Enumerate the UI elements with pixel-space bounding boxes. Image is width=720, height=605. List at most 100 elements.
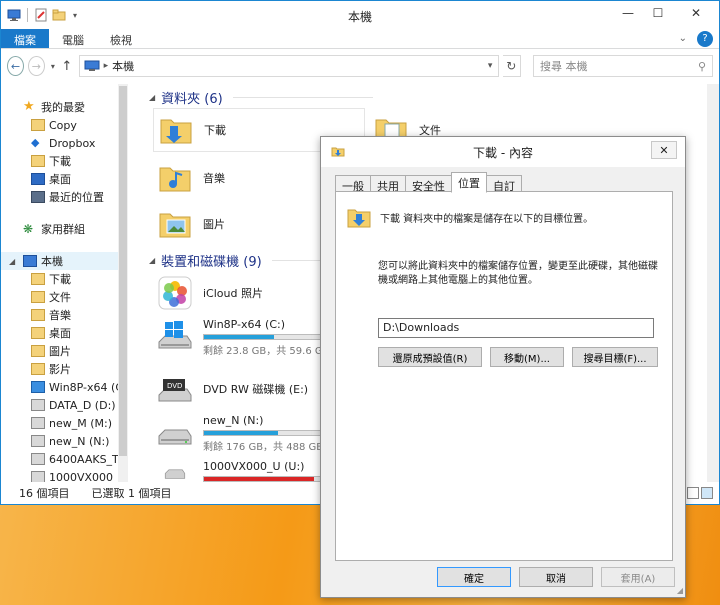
icloud-photos-icon xyxy=(158,276,192,310)
windows-drive-icon xyxy=(158,321,192,349)
window-title: 本機 xyxy=(347,10,372,24)
folder-item-pictures[interactable]: 圖片 xyxy=(157,202,225,246)
nav-favorites[interactable]: ★ 我的最愛 xyxy=(1,98,128,116)
device-item-u-drive[interactable]: 1000VX000_U (U:) xyxy=(157,460,321,482)
nav-scrollbar[interactable] xyxy=(118,84,128,482)
maximize-button[interactable]: ☐ xyxy=(643,1,673,25)
nav-pc-item[interactable]: new_M (M:) xyxy=(1,414,128,432)
new-folder-icon[interactable] xyxy=(52,8,66,22)
folders-group-header[interactable]: ◢ 資料夾 (6) xyxy=(149,88,373,107)
music-folder-icon xyxy=(31,309,45,321)
pictures-folder-icon xyxy=(31,345,45,357)
expand-ribbon-icon[interactable]: ⌄ xyxy=(679,29,687,48)
address-dropdown-icon[interactable]: ▾ xyxy=(481,61,498,71)
tab-file[interactable]: 檔案 xyxy=(1,29,49,48)
back-button[interactable]: ← xyxy=(7,56,24,76)
drive-icon xyxy=(164,469,186,479)
up-button[interactable]: ↑ xyxy=(61,59,73,74)
nav-item-recent[interactable]: 最近的位置 xyxy=(1,188,128,206)
drive-icon xyxy=(31,453,45,465)
search-input[interactable]: 搜尋 本機 ⚲ xyxy=(533,55,713,77)
nav-pc-item[interactable]: DATA_D (D:) xyxy=(1,396,128,414)
computer-icon xyxy=(23,255,37,267)
device-item-c-drive[interactable]: Win8P-x64 (C:) 剩餘 23.8 GB，共 59.6 GB xyxy=(157,318,329,360)
scrollbar-thumb[interactable] xyxy=(119,86,127,456)
close-button[interactable]: ✕ xyxy=(673,1,719,25)
content-scrollbar[interactable] xyxy=(707,84,719,482)
help-icon[interactable]: ? xyxy=(697,31,713,47)
location-header: 下載 資料夾中的檔案是儲存在以下的目標位置。 xyxy=(346,204,650,230)
toolbar-separator xyxy=(27,8,28,22)
address-bar[interactable]: ▸ 本機 ▾ xyxy=(78,55,499,77)
recent-locations-icon[interactable]: ▾ xyxy=(49,62,57,71)
nav-label: 桌面 xyxy=(49,173,71,186)
windows-drive-icon xyxy=(31,381,45,393)
tab-computer[interactable]: 電腦 xyxy=(49,29,97,48)
nav-this-pc[interactable]: ◢ 本機 xyxy=(1,252,128,270)
nav-label: 影片 xyxy=(49,363,71,376)
nav-label: 本機 xyxy=(41,255,63,268)
explorer-titlebar: ▾ 本機 — ☐ ✕ xyxy=(1,1,719,29)
nav-pc-item[interactable]: 文件 xyxy=(1,288,128,306)
location-path-field[interactable]: D:\Downloads xyxy=(378,318,654,338)
tiles-view-icon[interactable] xyxy=(701,487,713,499)
drive-free-space: 剩餘 23.8 GB，共 59.6 GB xyxy=(203,346,330,357)
folder-item-music[interactable]: 音樂 xyxy=(157,156,225,200)
breadcrumb-chevron-icon[interactable]: ▸ xyxy=(104,61,109,71)
dialog-title: 下載 - 內容 xyxy=(473,145,533,160)
properties-dialog: 下載 - 內容 ✕ 一般 共用 安全性 位置 自訂 下載 資料夾中的檔案是儲存在… xyxy=(320,136,686,598)
device-item-icloud[interactable]: iCloud 照片 xyxy=(157,272,263,314)
nav-item-downloads[interactable]: 下載 xyxy=(1,152,128,170)
find-target-button[interactable]: 搜尋目標(F)... xyxy=(572,347,658,367)
nav-homegroup[interactable]: ❋ 家用群組 xyxy=(1,220,128,238)
nav-label: 6400AAKS_T (T:) xyxy=(49,452,128,466)
nav-pc-item[interactable]: 桌面 xyxy=(1,324,128,342)
documents-folder-icon xyxy=(31,291,45,303)
nav-pc-item[interactable]: 1000VX000_U (U xyxy=(1,468,128,482)
restore-default-button[interactable]: 還原成預設值(R) xyxy=(378,347,482,367)
customize-toolbar-icon[interactable]: ▾ xyxy=(70,11,80,20)
nav-pc-item[interactable]: new_N (N:) xyxy=(1,432,128,450)
move-button[interactable]: 移動(M)... xyxy=(490,347,564,367)
navigation-pane: ★ 我的最愛 Copy ◆ Dropbox 下載 桌面 最近的位置 ❋ 家用群組… xyxy=(1,84,129,482)
item-label: DVD RW 磁碟機 (E:) xyxy=(203,383,309,396)
tab-view[interactable]: 檢視 xyxy=(97,29,145,48)
apply-button[interactable]: 套用(A) xyxy=(601,567,675,587)
dialog-footer: 確定 取消 套用(A) xyxy=(437,567,675,587)
refresh-button[interactable]: ↻ xyxy=(502,55,521,77)
item-label: 圖片 xyxy=(203,218,225,231)
nav-pc-item[interactable]: 6400AAKS_T (T:) xyxy=(1,450,128,468)
star-icon: ★ xyxy=(23,99,35,114)
forward-button[interactable]: → xyxy=(27,56,45,76)
collapse-group-icon[interactable]: ◢ xyxy=(149,93,155,102)
resize-grip-icon[interactable]: ◢ xyxy=(677,586,683,595)
nav-pc-item[interactable]: 下載 xyxy=(1,270,128,288)
nav-item-dropbox[interactable]: ◆ Dropbox xyxy=(1,134,128,152)
minimize-button[interactable]: — xyxy=(613,1,643,25)
nav-pc-item[interactable]: 影片 xyxy=(1,360,128,378)
dialog-close-button[interactable]: ✕ xyxy=(651,141,677,159)
cancel-button[interactable]: 取消 xyxy=(519,567,593,587)
tab-location[interactable]: 位置 xyxy=(451,172,487,193)
nav-pc-item[interactable]: Win8P-x64 (C:) xyxy=(1,378,128,396)
device-item-n-drive[interactable]: new_N (N:) 剩餘 176 GB，共 488 GB xyxy=(157,414,323,456)
collapse-icon[interactable]: ◢ xyxy=(9,257,15,266)
nav-pc-item[interactable]: 圖片 xyxy=(1,342,128,360)
nav-pc-item[interactable]: 音樂 xyxy=(1,306,128,324)
ok-button[interactable]: 確定 xyxy=(437,567,511,587)
nav-item-desktop[interactable]: 桌面 xyxy=(1,170,128,188)
nav-item-copy[interactable]: Copy xyxy=(1,116,128,134)
collapse-group-icon[interactable]: ◢ xyxy=(149,256,155,265)
drive-usage-bar xyxy=(203,334,321,340)
drive-icon xyxy=(31,435,45,447)
device-item-dvd[interactable]: DVD DVD RW 磁碟機 (E:) xyxy=(157,368,308,410)
videos-folder-icon xyxy=(31,363,45,375)
location-description: 下載 資料夾中的檔案是儲存在以下的目標位置。 xyxy=(380,214,594,225)
desktop-folder-icon xyxy=(31,327,45,339)
details-view-icon[interactable] xyxy=(687,487,699,499)
nav-label: 音樂 xyxy=(49,309,71,322)
properties-icon[interactable] xyxy=(34,8,48,22)
nav-spacer xyxy=(1,206,128,220)
computer-icon xyxy=(84,60,100,71)
dropbox-icon: ◆ xyxy=(31,136,40,149)
